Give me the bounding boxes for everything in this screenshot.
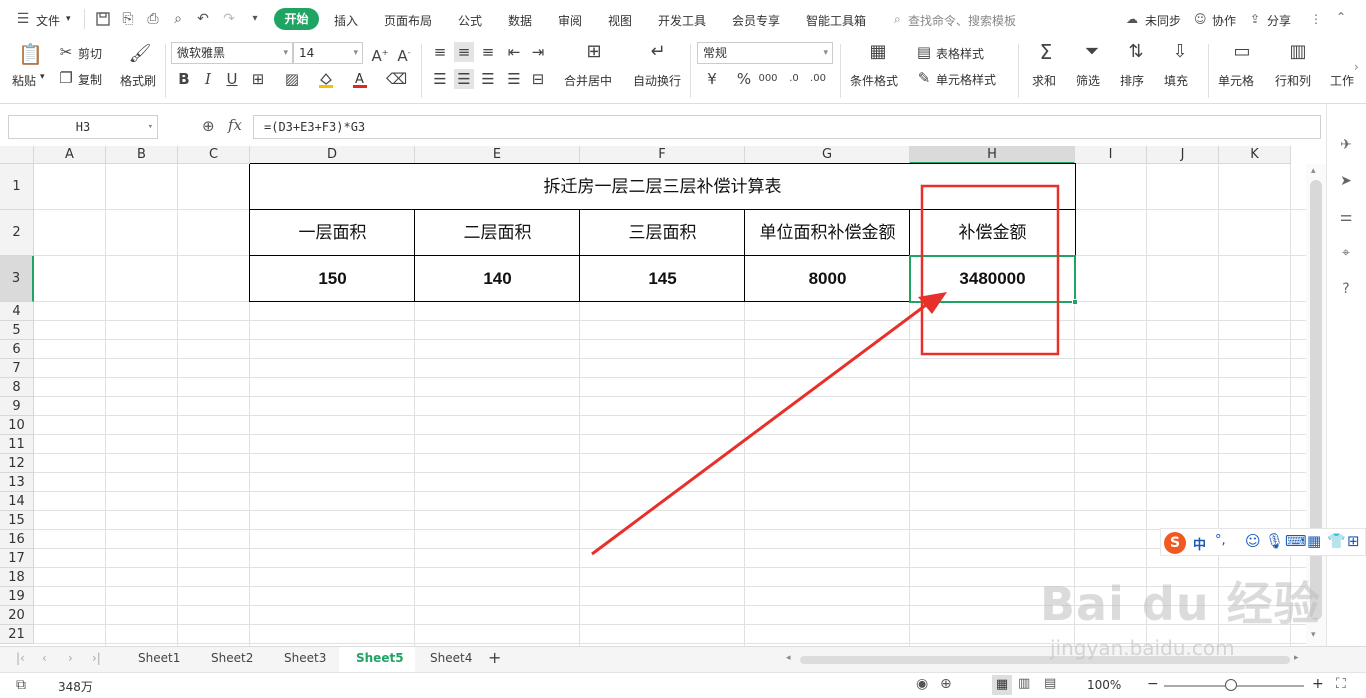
- page-break-view-icon[interactable]: ▤: [1044, 676, 1056, 691]
- zoom-out-icon[interactable]: −: [1147, 676, 1159, 692]
- sheet-tab-sheet3[interactable]: Sheet3: [284, 651, 326, 665]
- microphone-icon[interactable]: 🎙: [1265, 532, 1284, 550]
- reading-mode-icon[interactable]: ⊕: [940, 676, 952, 692]
- first-sheet-icon[interactable]: |‹: [16, 651, 25, 665]
- scroll-left-icon[interactable]: ◂: [786, 653, 791, 663]
- zoom-slider-thumb[interactable]: [1225, 679, 1237, 691]
- zoom-level[interactable]: 100%: [1087, 678, 1121, 692]
- ime-toolbar: S 中 °, ☺ 🎙 ⌨ ▦ 👕 ⊞: [1160, 528, 1366, 556]
- last-sheet-icon[interactable]: ›|: [92, 651, 101, 665]
- scroll-right-icon[interactable]: ▸: [1294, 653, 1299, 663]
- sheet-tab-bar: |‹ ‹ › ›| Sheet1 Sheet2 Sheet3 Sheet5 Sh…: [0, 646, 1366, 672]
- macro-record-icon[interactable]: ⧉: [16, 677, 26, 693]
- annotation-arrow: [591, 300, 931, 556]
- sogou-logo-icon[interactable]: S: [1164, 532, 1186, 554]
- next-sheet-icon[interactable]: ›: [68, 651, 73, 665]
- eye-protection-icon[interactable]: ◉: [916, 676, 928, 692]
- zoom-in-icon[interactable]: +: [1312, 676, 1324, 692]
- page-layout-view-icon[interactable]: ▥: [1018, 676, 1030, 691]
- horizontal-scrollbar[interactable]: [800, 656, 1290, 664]
- sheet-tab-sheet5[interactable]: Sheet5: [356, 651, 404, 665]
- grid-menu-icon[interactable]: ⊞: [1347, 532, 1360, 550]
- skin-icon[interactable]: 👕: [1327, 532, 1346, 550]
- toolbox-icon[interactable]: ▦: [1307, 532, 1321, 550]
- annotation-overlay: [591, 184, 1060, 556]
- fullscreen-icon[interactable]: ⛶: [1336, 676, 1346, 692]
- status-bar: ⧉ 348万 ◉ ⊕ ▦ ▥ ▤ 100% − + ⛶: [0, 672, 1366, 698]
- ime-mode[interactable]: 中: [1193, 534, 1206, 553]
- normal-view-icon[interactable]: ▦: [992, 675, 1012, 695]
- selection-summary[interactable]: 348万: [58, 678, 93, 695]
- keyboard-icon[interactable]: ⌨: [1285, 532, 1307, 550]
- emoji-icon[interactable]: ☺: [1245, 532, 1261, 550]
- sheet-tab-sheet4[interactable]: Sheet4: [430, 651, 472, 665]
- sheet-tab-sheet2[interactable]: Sheet2: [211, 651, 253, 665]
- prev-sheet-icon[interactable]: ‹: [42, 651, 47, 665]
- ime-punct[interactable]: °,: [1215, 533, 1226, 548]
- add-sheet-button[interactable]: +: [488, 648, 501, 667]
- sheet-tab-sheet1[interactable]: Sheet1: [138, 651, 180, 665]
- annotation-box: [920, 184, 1060, 356]
